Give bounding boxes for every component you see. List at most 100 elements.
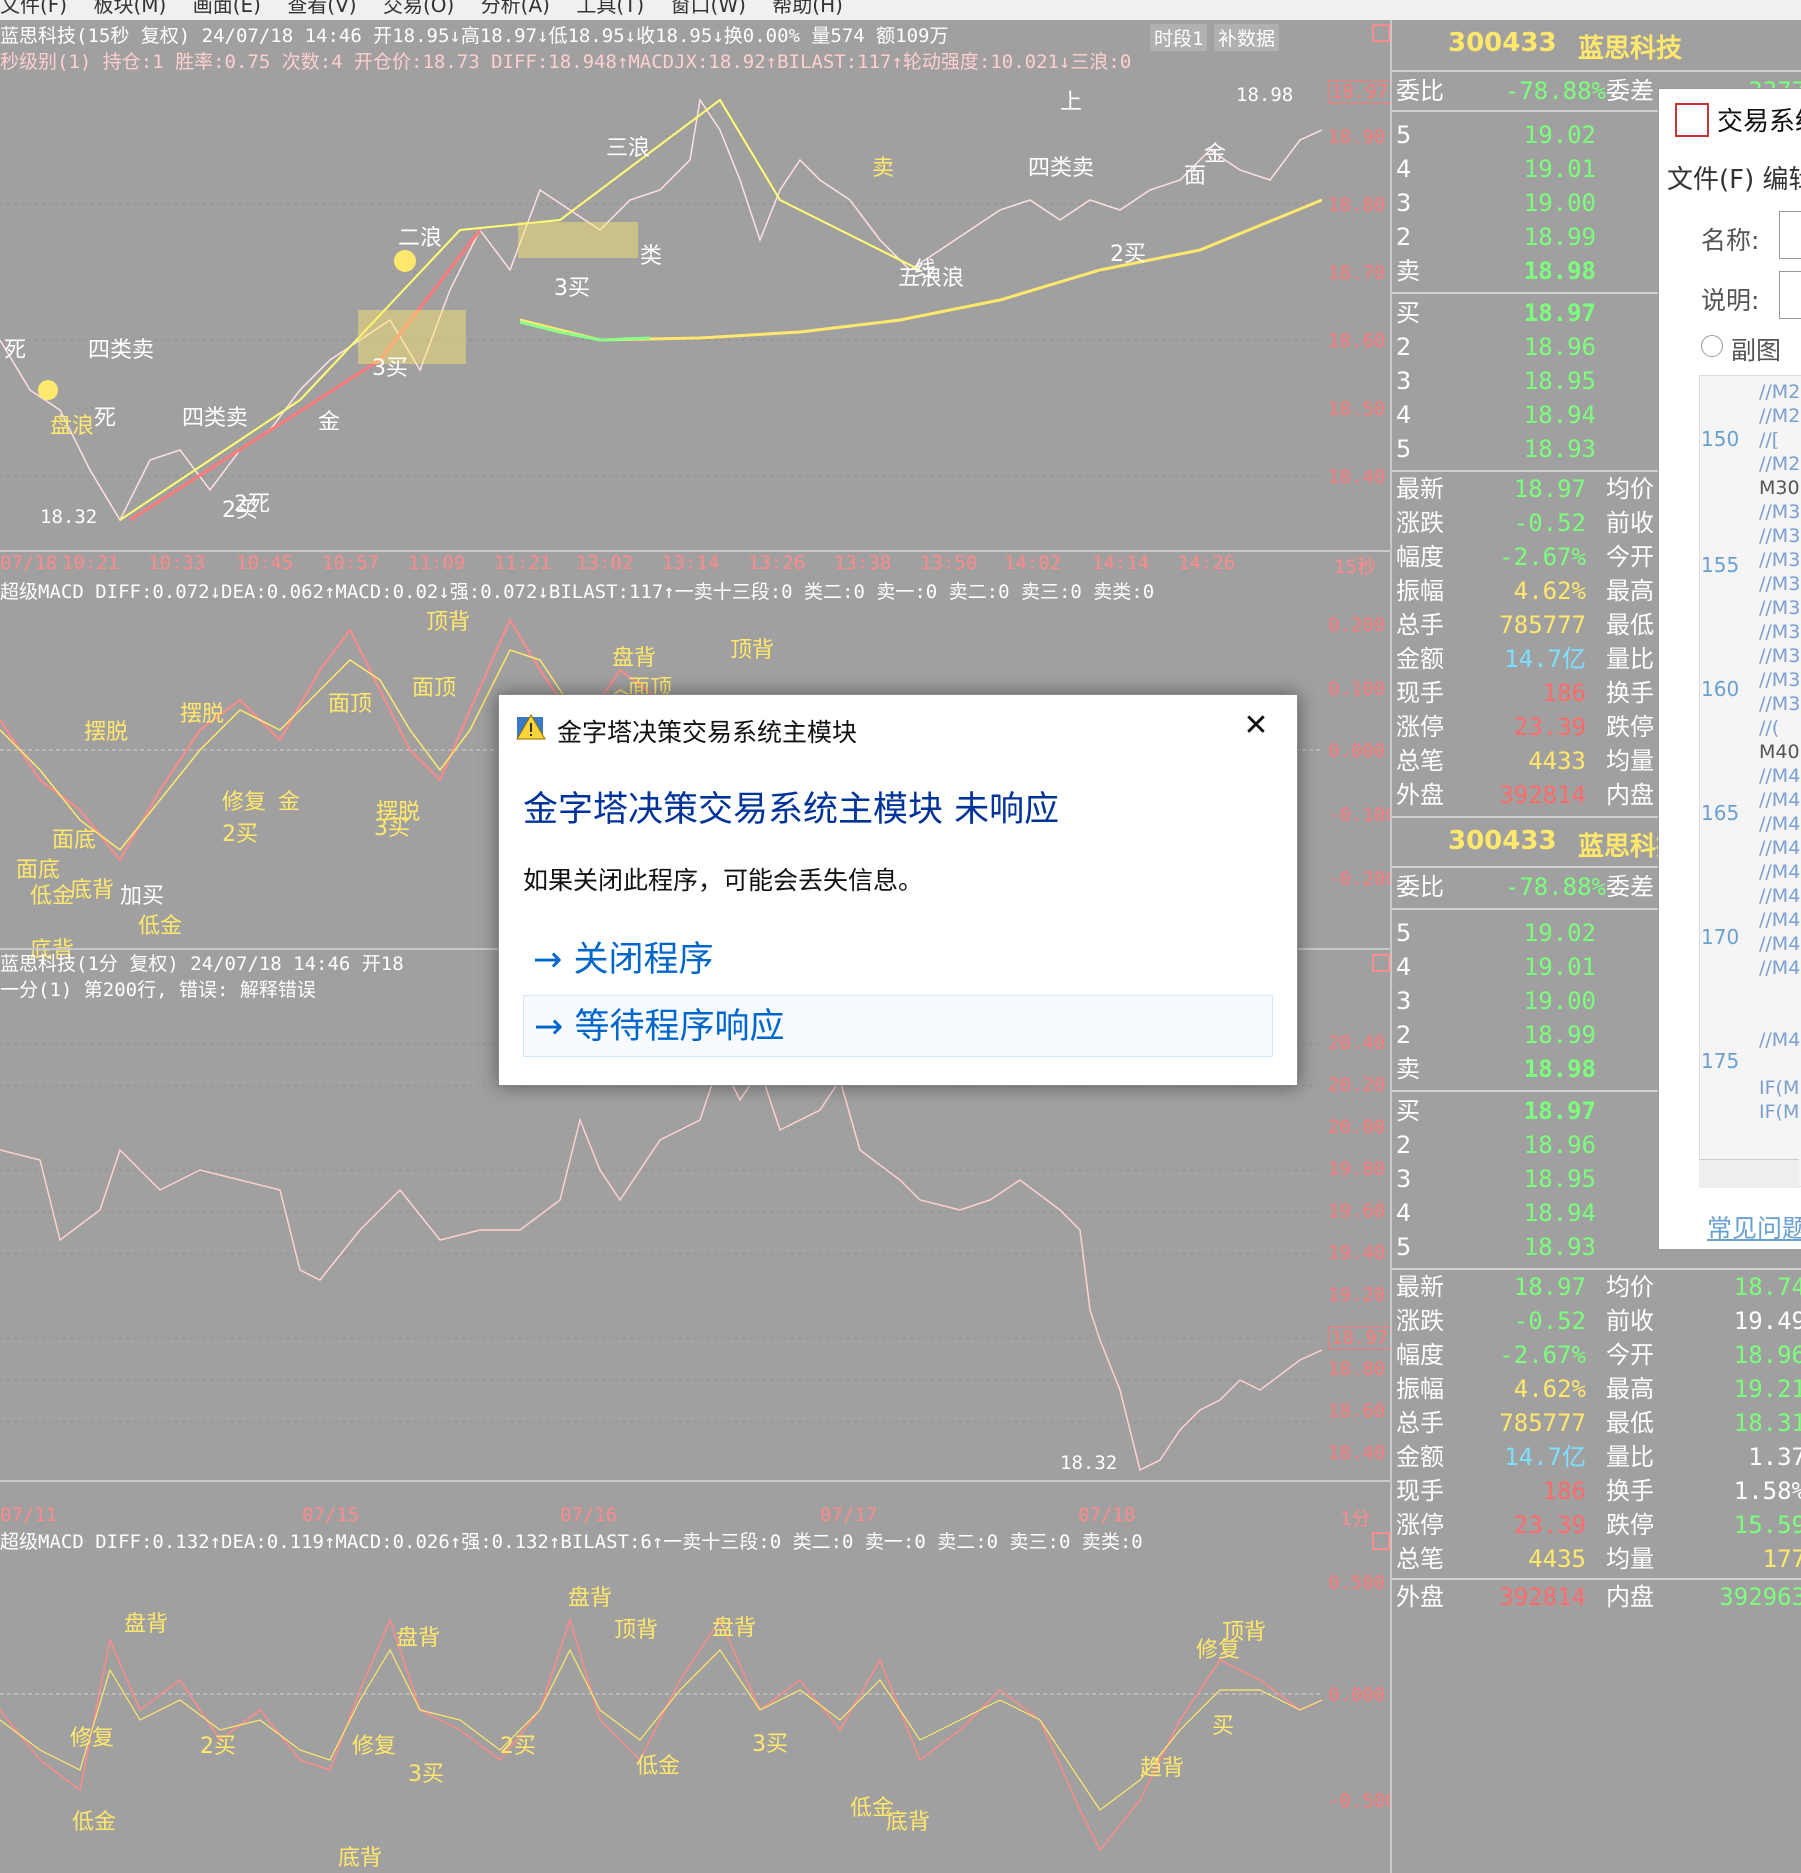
code-line: //M3 <box>1759 621 1801 643</box>
menu-item-tools[interactable]: 工具(T) <box>576 0 644 17</box>
menu-item-help[interactable]: 帮助(H) <box>772 0 843 17</box>
low-price-label: 18.32 <box>1060 1452 1118 1474</box>
trade-system-window[interactable]: 交易系统 文件(F) 编辑 名称: 说明: 副图 150 155 160 165… <box>1658 88 1801 1250</box>
chart-annotation: 顶背 <box>614 1618 659 1643</box>
menu-item-view[interactable]: 查看(V) <box>287 0 356 17</box>
price-label: 19.60 <box>1328 1200 1386 1222</box>
code-line: //( <box>1759 717 1780 739</box>
chart-annotation: 金 <box>278 790 301 815</box>
code-line: //M3 <box>1759 549 1801 571</box>
refill-data-button[interactable]: 补数据 <box>1214 24 1280 51</box>
menu-item-window[interactable]: 窗口(W) <box>671 0 746 17</box>
chart-annotation: 线 <box>914 258 937 283</box>
date-label: 07/11 <box>0 1504 58 1526</box>
macd-axis-label: 0.000 <box>1328 740 1386 762</box>
code-line: //M4 <box>1759 1029 1801 1051</box>
code-line: //M4 <box>1759 837 1801 859</box>
app-warning-icon <box>516 714 546 740</box>
chart-annotation: 修复 <box>352 1734 397 1759</box>
line-number: 150 <box>1701 427 1740 451</box>
code-line: //M3 <box>1759 597 1801 619</box>
dialog-heading: 金字塔决策交易系统主模块 未响应 <box>523 790 1060 830</box>
panel3-maximize-icon[interactable] <box>1372 954 1390 972</box>
chart-annotation: 低金 <box>138 914 183 939</box>
high-price-label: 18.98 <box>1236 84 1294 106</box>
time-label: 10:33 <box>148 552 206 574</box>
period-button[interactable]: 时段1 <box>1150 24 1208 51</box>
subchart-radio-label: 副图 <box>1731 336 1782 365</box>
menu-item-analysis[interactable]: 分析(A) <box>481 0 550 17</box>
date-label: 07/16 <box>560 1504 618 1526</box>
code-line: //M3 <box>1759 669 1801 691</box>
menu-item-file[interactable]: 文件(F) <box>0 0 67 17</box>
chart-annotation: 2买 <box>200 1734 236 1759</box>
chart-annotation: 摆脱 <box>84 720 129 745</box>
chart-annotation: 二浪 <box>398 226 443 251</box>
panel1-maximize-icon[interactable] <box>1372 24 1390 42</box>
buy-level: 3 18.95 <box>1396 367 1596 395</box>
chart-annotation: 3买 <box>372 356 408 381</box>
chart-annotation: 盘背 <box>568 1586 613 1611</box>
panel4-maximize-icon[interactable] <box>1372 1532 1390 1550</box>
code-line: //M4 <box>1759 957 1801 979</box>
chart-annotation: 3买 <box>408 1762 444 1787</box>
horizontal-scrollbar[interactable] <box>1699 1159 1799 1188</box>
line-number: 160 <box>1701 677 1740 701</box>
subchart-radio[interactable] <box>1701 335 1723 357</box>
chart-annotation: 上 <box>1060 90 1083 115</box>
chart-annotation: 底背 <box>70 878 115 903</box>
not-responding-dialog: 金字塔决策交易系统主模块 ✕ 金字塔决策交易系统主模块 未响应 如果关闭此程序，… <box>498 694 1298 1086</box>
menu-item-sector[interactable]: 板块(M) <box>93 0 166 17</box>
price-label: 19.80 <box>1328 1158 1386 1180</box>
time-label: 11:21 <box>494 552 552 574</box>
chart-annotation: 四类卖 <box>88 338 155 363</box>
close-program-button[interactable]: → 关闭程序 <box>523 929 1273 991</box>
time-label: 13:38 <box>834 552 892 574</box>
period-label: 1分 <box>1340 1508 1371 1530</box>
time-label: 13:26 <box>748 552 806 574</box>
chart-annotation: 买 <box>1212 1714 1235 1739</box>
close-icon[interactable]: ✕ <box>1237 707 1275 745</box>
committee-row: 委比 -78.88% 委差 <box>1396 873 1654 901</box>
buy-level: 买 18.97 <box>1396 1097 1596 1125</box>
chart-annotation: 死 <box>4 338 27 363</box>
chart-annotation: 2死 <box>234 492 270 517</box>
buy-level: 5 18.93 <box>1396 1233 1596 1261</box>
faq-link[interactable]: 常见问题 <box>1707 1209 1801 1245</box>
sell-level: 5 19.02 <box>1396 919 1596 947</box>
code-line: IF(M <box>1759 1077 1800 1099</box>
chart-annotation: 金 <box>318 410 341 435</box>
chart-annotation: 盘背 <box>124 1612 169 1637</box>
name-field-label: 名称: <box>1701 226 1760 255</box>
panel3-title: 蓝思科技(1分 复权) 24/07/18 14:46 开18 <box>0 953 404 975</box>
buy-level: 2 18.96 <box>1396 1131 1596 1159</box>
code-line: //M3 <box>1759 645 1801 667</box>
time-label: 13:50 <box>920 552 978 574</box>
stat-row: 外盘 392814 内盘 392963 <box>1396 1583 1801 1611</box>
chart-annotation: 趋背 <box>1140 1756 1185 1781</box>
smiley-icon <box>38 380 58 400</box>
price-label: 19.40 <box>1328 1242 1386 1264</box>
line-number: 175 <box>1701 1049 1740 1073</box>
buy-level: 5 18.93 <box>1396 435 1596 463</box>
macd-axis-label: 0.100 <box>1328 678 1386 700</box>
menu-bar: 文件(F) 板块(M) 画面(E) 查看(V) 交易(O) 分析(A) 工具(T… <box>0 0 1801 20</box>
trade-window-menu[interactable]: 文件(F) 编辑 <box>1667 159 1801 196</box>
macd-axis-label: 0.000 <box>1328 1684 1386 1706</box>
code-line: M40: <box>1759 741 1801 763</box>
menu-item-trade[interactable]: 交易(O) <box>383 0 454 17</box>
code-line: //M4 <box>1759 861 1801 883</box>
code-line: //[ <box>1759 429 1780 451</box>
name-input[interactable] <box>1779 211 1801 259</box>
sell-level: 5 19.02 <box>1396 121 1596 149</box>
code-line: //M3 <box>1759 693 1801 715</box>
stat-row: 涨停 23.39 跌停 15.59 <box>1396 1511 1801 1539</box>
time-label: 11:09 <box>408 552 466 574</box>
date-label: 07/15 <box>302 1504 360 1526</box>
desc-input[interactable] <box>1779 271 1801 319</box>
code-line: //M4 <box>1759 813 1801 835</box>
menu-item-view-screen[interactable]: 画面(E) <box>193 0 261 17</box>
wait-program-button[interactable]: → 等待程序响应 <box>523 995 1273 1057</box>
chart-annotation: 四类卖 <box>1028 156 1095 181</box>
chart-annotation: 盘背 <box>612 646 657 671</box>
